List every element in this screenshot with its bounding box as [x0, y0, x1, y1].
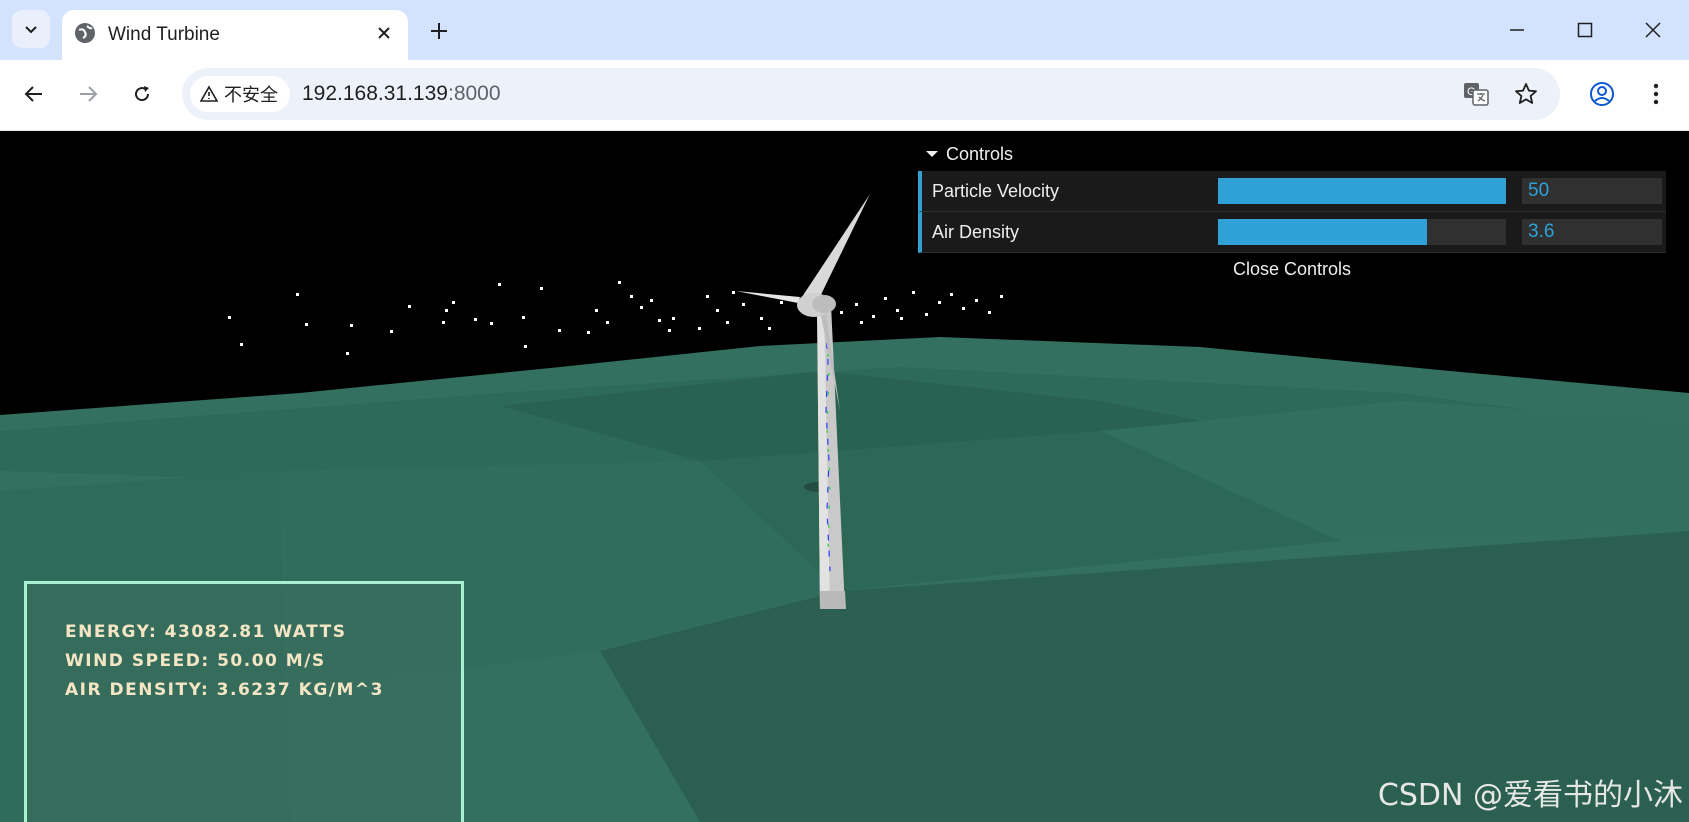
close-icon	[1645, 22, 1661, 38]
controls-title: Controls	[946, 143, 1014, 164]
window-close-button[interactable]	[1628, 12, 1678, 48]
air-density-input[interactable]: 3.6	[1522, 219, 1662, 245]
particle-velocity-slider[interactable]	[1218, 178, 1506, 204]
minimize-button[interactable]	[1492, 12, 1542, 48]
new-tab-button[interactable]	[424, 16, 454, 46]
control-label: Particle Velocity	[932, 181, 1060, 201]
profile-button[interactable]	[1582, 74, 1622, 114]
particle-velocity-input[interactable]: 50	[1522, 178, 1662, 204]
air-density-slider[interactable]	[1218, 219, 1506, 245]
bookmark-button[interactable]	[1510, 78, 1542, 110]
minimize-icon	[1510, 29, 1524, 31]
active-tab[interactable]: Wind Turbine	[62, 10, 408, 60]
browser-menu-button[interactable]	[1636, 74, 1676, 114]
maximize-icon	[1577, 22, 1593, 38]
security-chip[interactable]: 不安全	[190, 76, 290, 112]
control-label: Air Density	[932, 222, 1020, 242]
security-label: 不安全	[224, 85, 278, 105]
reload-icon	[135, 86, 150, 102]
slider-fill	[1218, 178, 1506, 204]
watermark: CSDN @爱看书的小沐	[1377, 778, 1683, 813]
close-icon	[378, 27, 390, 39]
reload-button[interactable]	[122, 74, 162, 114]
webgl-canvas[interactable]: Controls Particle Velocity 50 Air Densit…	[0, 131, 1689, 822]
tab-search-button[interactable]	[12, 10, 50, 48]
forward-button[interactable]	[68, 74, 108, 114]
back-button[interactable]	[14, 74, 54, 114]
address-bar[interactable]: 不安全 192.168.31.139:8000 G	[182, 68, 1560, 120]
arrow-right-icon	[80, 86, 98, 102]
url-text[interactable]: 192.168.31.139:8000	[302, 82, 501, 106]
url-host: 192.168.31.139	[302, 82, 448, 105]
tab-strip: Wind Turbine	[0, 0, 1689, 60]
more-vert-icon	[1653, 83, 1659, 105]
star-icon	[1515, 83, 1537, 104]
globe-icon	[75, 23, 95, 43]
chevron-down-icon	[25, 26, 37, 34]
stats-panel: ENERGY: 43082.81 WATTS WIND SPEED: 50.00…	[24, 581, 464, 822]
close-controls-button[interactable]: Close Controls	[918, 253, 1666, 285]
wind-speed-readout: WIND SPEED: 50.00 M/S	[65, 651, 326, 671]
controls-panel: Controls Particle Velocity 50 Air Densit…	[918, 137, 1666, 285]
control-air-density: Air Density 3.6	[918, 212, 1666, 253]
translate-button[interactable]: G	[1460, 78, 1492, 110]
caret-down-icon	[926, 151, 938, 157]
translate-icon: G	[1464, 83, 1489, 106]
control-particle-velocity: Particle Velocity 50	[918, 171, 1666, 212]
energy-readout: ENERGY: 43082.81 WATTS	[65, 622, 347, 642]
warning-icon	[200, 85, 218, 102]
plus-icon	[431, 23, 447, 39]
tab-close-button[interactable]	[372, 21, 396, 45]
controls-header[interactable]: Controls	[918, 137, 1666, 171]
url-port: :8000	[447, 82, 501, 105]
tab-title: Wind Turbine	[108, 24, 220, 45]
maximize-button[interactable]	[1560, 12, 1610, 48]
arrow-left-icon	[24, 86, 42, 102]
air-density-readout: AIR DENSITY: 3.6237 KG/M^3	[65, 680, 385, 700]
account-icon	[1590, 82, 1614, 106]
browser-toolbar: 不安全 192.168.31.139:8000 G	[0, 60, 1689, 131]
slider-fill	[1218, 219, 1427, 245]
